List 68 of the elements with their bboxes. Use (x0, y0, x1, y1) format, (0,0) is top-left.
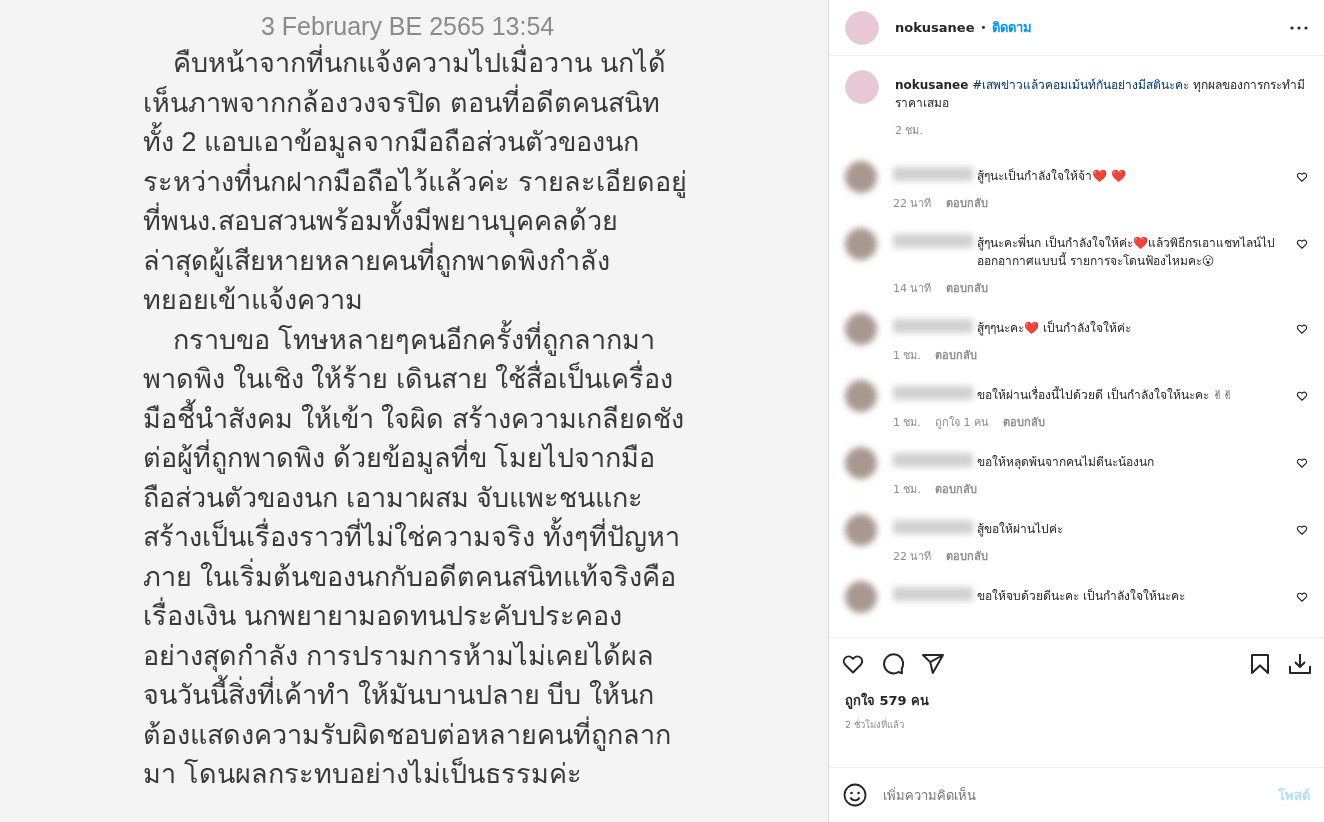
note-text-line: ที่พนง.สอบสวนพร้อมทั้งมีพยานบุคคลด้วย (143, 202, 618, 242)
comment-text: สู้ๆๆนะคะ❤ เป็นกำลังใจให้ค่ะ (977, 319, 1132, 337)
comment-text: สู้ขอให้ผ่านไปค่ะ (977, 521, 1064, 538)
reply-link[interactable]: ตอบกลับ (1003, 413, 1045, 431)
post-time: 2 ชั่วโมงที่แล้ว (844, 717, 906, 732)
like-comment-icon[interactable] (1296, 171, 1308, 183)
comment-time: 2 ชม. (895, 123, 923, 139)
note-text-line: อย่างสุดกำลัง การปรามการห้ามไม่เคยได้ผล (143, 639, 654, 674)
comment-text: สู้ๆนะเป็นกำลังใจให้จ้า❤ ❤ (977, 167, 1127, 185)
emoji-icon[interactable] (843, 783, 867, 807)
note-text-line: พาดพิง ในเชิง ให้ร้าย เดินสาย ใช้สื่อเป็นเครื่อง (143, 360, 673, 400)
note-text-line: ระหว่างที่นกฝากมือถือไว้แล้วค่ะ รายละเอียดอยู่ (143, 162, 687, 202)
note-text-line: เรื่องเงิน นกพยายามอดทนประคับประคอง (143, 597, 622, 637)
note-text-line: คืบหน้าจากที่นกแจ้งความไปเมื่อวาน นกได้ (173, 44, 666, 84)
comment-time: 1 ชม. (893, 348, 921, 364)
download-icon[interactable] (1288, 652, 1312, 676)
follow-link[interactable]: ติดตาม (992, 17, 1033, 38)
blurred-avatar (845, 447, 877, 479)
username-link[interactable]: nokusanee (895, 78, 969, 92)
comment-text: ขอให้จบด้วยดีนะคะ เป็นกำลังใจให้นะคะ (977, 587, 1186, 605)
reply-link[interactable]: ตอบกลับ (935, 480, 977, 498)
send-icon[interactable] (921, 652, 945, 676)
note-text-line: ทั้ง 2 แอบเอาข้อมูลจากมือถือส่วนตัวของนก (143, 123, 640, 163)
note-text-line: มา โดนผลกระทบอย่างไม่เป็นธรรมค่ะ (143, 756, 582, 791)
note-text-line: เห็นภาพจากกล้องวงจรปิด ตอนที่อดีตคนสนิท (143, 83, 660, 123)
blurred-avatar (845, 161, 877, 193)
caption-text: nokusanee #เสพข่าวแล้วคอมเม้นท์กันอย่างมีสตินะคะ ทุกผลของการกระทำมีราคาเสมอ (895, 77, 1307, 112)
reply-link[interactable]: ตอบกลับ (945, 547, 988, 565)
note-text-line: ต่อผู้ที่ถูกพาดพิง ด้วยข้อมูลที่ข โมยไปจากมือ (143, 439, 655, 479)
hashtag-link[interactable]: #เสพข่าวแล้วคอมเม้นท์กันอย่างมีสตินะคะ (972, 78, 1190, 92)
note-text-line: ต้องแสดงความรับผิดชอบต่อหลายคนที่ถูกลาก (143, 715, 671, 755)
comment-time: 1 ชม. (893, 482, 921, 498)
comment-icon[interactable] (881, 652, 905, 676)
username-link[interactable]: nokusanee (895, 20, 975, 35)
like-comment-icon[interactable] (1296, 524, 1308, 536)
bookmark-icon[interactable] (1248, 652, 1272, 676)
like-comment-icon[interactable] (1296, 591, 1308, 603)
note-text-line: ถือส่วนตัวของนก เอามาผสม จับแพะชนแกะ (143, 481, 643, 515)
reply-link[interactable]: ตอบกลับ (945, 194, 988, 212)
like-comment-icon[interactable] (1296, 390, 1308, 402)
note-text-line: ทยอยเข้าแจ้งความ (143, 284, 363, 317)
blurred-avatar (845, 228, 877, 260)
like-comment-icon[interactable] (1296, 238, 1308, 250)
comment-time: 1 ชม. (893, 415, 921, 431)
separator-dot: • (980, 22, 987, 33)
blurred-avatar (845, 581, 877, 613)
note-text-line: กราบขอ โทษหลายๆคนอีกครั้งที่ถูกลากมา (173, 320, 655, 360)
comment-time: 14 นาที (893, 281, 932, 297)
note-date: 3 February BE 2565 13:54 (261, 11, 556, 42)
comment-time: 22 นาที (893, 549, 932, 565)
like-count[interactable]: ถูกใจ 579 คน (841, 684, 1312, 715)
reply-link[interactable]: ตอบกลับ (935, 346, 977, 364)
note-text-line: ล่าสุดผู้เสียหายหลายคนที่ถูกพาดพิงกำลัง (143, 241, 610, 281)
reply-link[interactable]: ตอบกลับ (945, 279, 988, 297)
note-text-line: สร้างเป็นเรื่องราวที่ไม่ใช่ความจริง ทั้งๆที่ปัญหา (143, 518, 680, 558)
comment-text: ขอให้ผ่านเรื่องนี้ไปด้วยดี เป็นกำลังใจให้นะคะ ✌✌ (977, 386, 1234, 404)
blurred-avatar (845, 514, 877, 546)
blurred-avatar (845, 313, 877, 345)
comment-time: 22 นาที (893, 196, 932, 212)
note-text-line: จนวันนี้สิ่งที่เค้าทำ ให้มันบานปลาย บีบ ให้นก (143, 676, 654, 716)
note-text-line: มือชี้นำสังคม ให้เข้า ใจผิด สร้างความเกลียดชัง (143, 399, 684, 439)
comment-text: ขอให้หลุดพ้นจากคนไม่ดีนะน้องนก (977, 454, 1155, 471)
like-comment-icon[interactable] (1296, 323, 1308, 335)
note-text-line: ภาย ในเริ่มต้นของนกกับอดีตคนสนิทแท้จริงคือ (143, 557, 676, 597)
like-comment-icon[interactable] (1296, 457, 1308, 469)
comment-likes[interactable]: ถูกใจ 1 คน (935, 413, 989, 431)
blurred-avatar (845, 380, 877, 412)
comment-text: สู้ๆนะคะพี่นก เป็นกำลังใจให้ค่ะ❤แล้วพิธีกรเอาแชทไลน์ไปออกอากาศแบบนี้ รายการจะโดนฟ้องไหมคะ😮 (977, 234, 1276, 270)
